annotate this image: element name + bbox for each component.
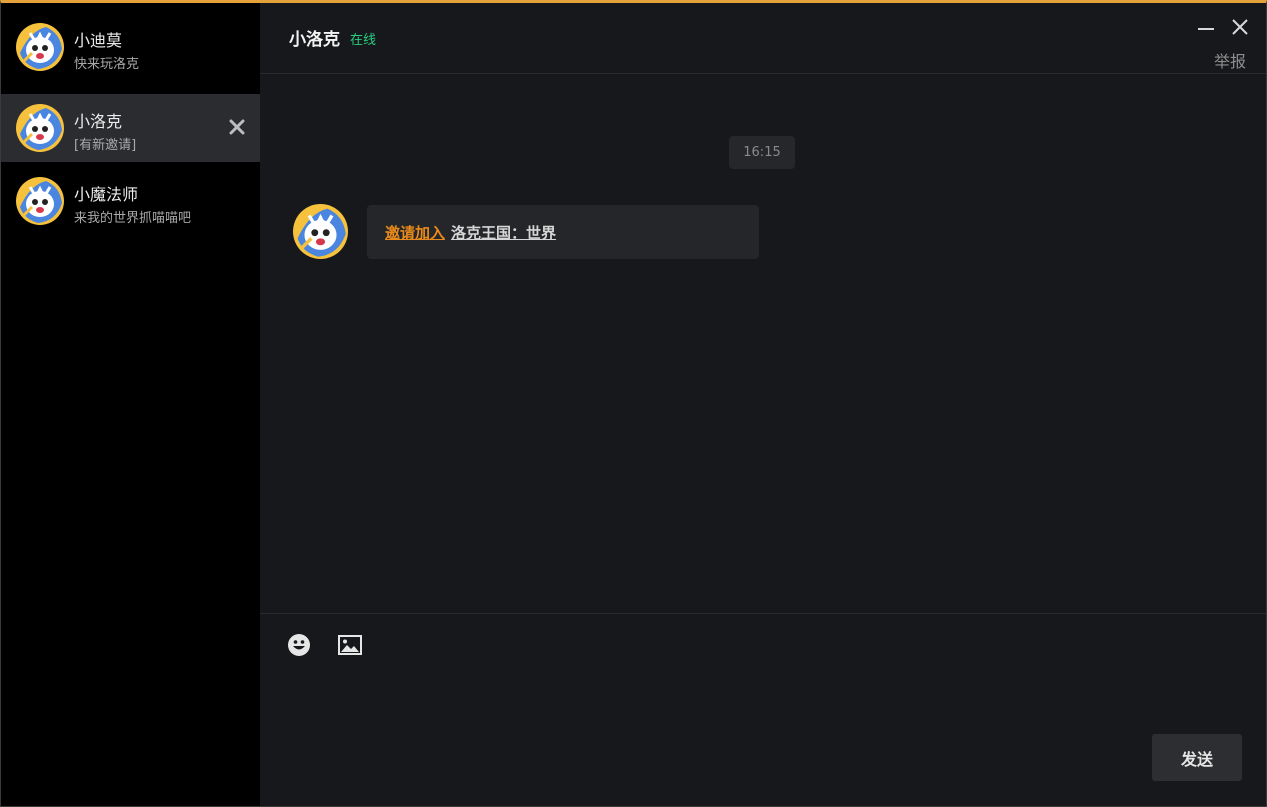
chat-window: 小迪莫 快来玩洛克 小洛克 [有新邀请] 小魔法师 来我的世界抓喵喵吧 小洛克 … bbox=[0, 0, 1267, 807]
message-timestamp: 16:15 bbox=[729, 136, 795, 169]
image-icon[interactable] bbox=[337, 632, 363, 658]
report-link[interactable]: 举报 bbox=[1214, 48, 1246, 72]
chat-title: 小洛克 bbox=[289, 30, 340, 50]
contact-item[interactable]: 小迪莫 快来玩洛克 bbox=[1, 13, 260, 81]
contact-preview: [有新邀请] bbox=[74, 138, 137, 153]
message-composer[interactable]: 发送 bbox=[260, 613, 1266, 806]
contact-preview: 快来玩洛克 bbox=[74, 57, 140, 72]
avatar-icon bbox=[16, 23, 64, 71]
emoji-icon[interactable] bbox=[286, 632, 312, 658]
send-button[interactable]: 发送 bbox=[1152, 734, 1242, 781]
minimize-icon[interactable] bbox=[1196, 17, 1216, 37]
online-status: 在线 bbox=[350, 33, 377, 48]
invite-message: 邀请加入 洛克王国：世界 bbox=[367, 205, 759, 259]
avatar-icon bbox=[16, 104, 64, 152]
invite-link[interactable]: 邀请加入 bbox=[385, 224, 445, 242]
message-area: 16:15 邀请加入 洛克王国：世界 bbox=[260, 75, 1266, 613]
close-icon[interactable] bbox=[1230, 17, 1250, 37]
world-link[interactable]: 洛克王国：世界 bbox=[451, 224, 556, 242]
avatar-icon bbox=[16, 177, 64, 225]
contact-list: 小迪莫 快来玩洛克 小洛克 [有新邀请] 小魔法师 来我的世界抓喵喵吧 bbox=[1, 3, 260, 806]
contact-item-active[interactable]: 小洛克 [有新邀请] bbox=[1, 94, 260, 162]
contact-item[interactable]: 小魔法师 来我的世界抓喵喵吧 bbox=[1, 167, 260, 235]
contact-name: 小迪莫 bbox=[74, 31, 123, 50]
contact-name: 小洛克 bbox=[74, 112, 123, 131]
close-icon[interactable] bbox=[228, 118, 246, 136]
contact-name: 小魔法师 bbox=[74, 185, 139, 204]
avatar-icon[interactable] bbox=[293, 204, 348, 259]
contact-preview: 来我的世界抓喵喵吧 bbox=[74, 211, 192, 226]
chat-header: 小洛克 在线 举报 bbox=[260, 3, 1266, 74]
